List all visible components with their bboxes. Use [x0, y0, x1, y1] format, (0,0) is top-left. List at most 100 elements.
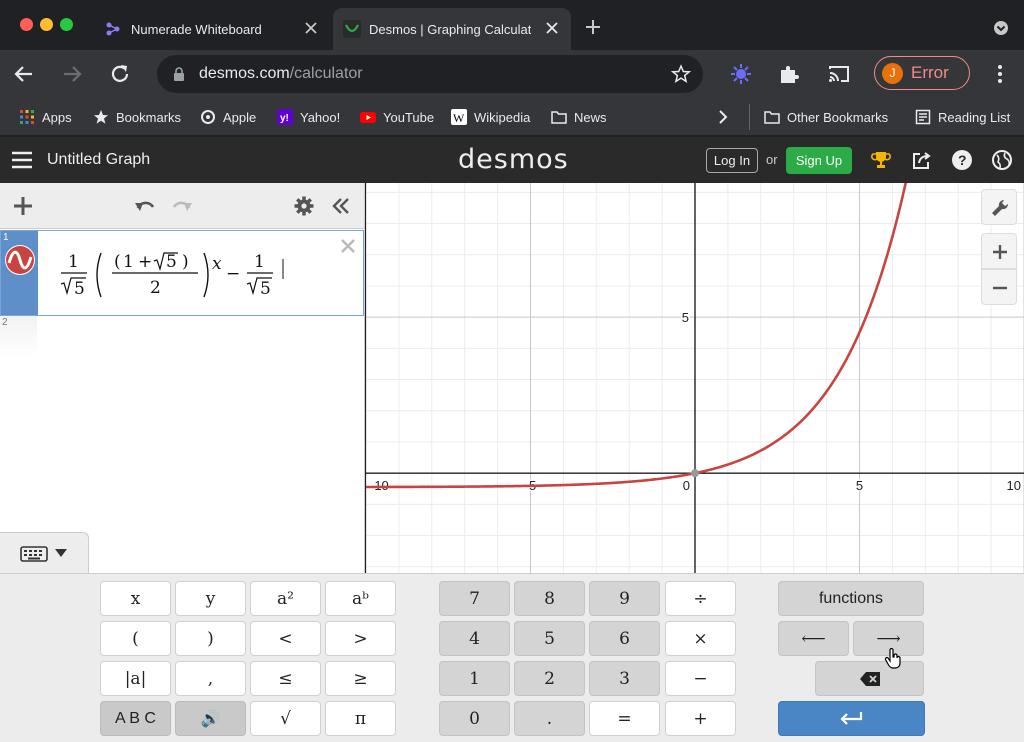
bookmark-youtube[interactable]: YouTube [360, 108, 434, 126]
zoom-out-button[interactable] [981, 269, 1017, 305]
redo-icon[interactable] [171, 195, 193, 217]
more-menu-icon[interactable] [988, 62, 1012, 86]
key-math-1-2[interactable]: < [250, 621, 321, 656]
expression-math[interactable]: 1 5 ( 1 + 5 ) 2 x − 1 5 [56, 249, 306, 310]
add-expression-icon[interactable] [12, 195, 34, 217]
chevron-right-icon[interactable] [716, 109, 730, 125]
key-num-1-3[interactable]: × [665, 621, 736, 656]
bookmark-yahoo[interactable]: y! Yahoo! [277, 108, 340, 126]
maximize-window-button[interactable] [60, 18, 73, 31]
key-num-3-2[interactable]: = [589, 701, 660, 736]
collapse-panel-icon[interactable] [330, 195, 352, 217]
bookmark-wikipedia[interactable]: W Wikipedia [451, 108, 530, 126]
key-num-1-2[interactable]: 6 [589, 621, 660, 656]
math-one: 1 [123, 252, 134, 272]
close-window-button[interactable] [20, 18, 33, 31]
settings-gear-icon[interactable] [293, 195, 315, 217]
extension-sun-icon[interactable] [729, 62, 753, 86]
globe-icon[interactable] [991, 149, 1013, 171]
backspace-button[interactable] [815, 661, 924, 696]
math-radicand: 5 [74, 279, 85, 299]
bookmark-news[interactable]: News [551, 108, 607, 126]
key-math-3-1[interactable]: 🔊 [175, 701, 246, 736]
key-math-0-0[interactable]: x [100, 581, 171, 616]
cast-icon[interactable] [827, 62, 851, 86]
keyboard-toggle-button[interactable] [0, 532, 89, 573]
bookmark-other[interactable]: Other Bookmarks [764, 108, 888, 126]
key-num-3-1[interactable]: . [514, 701, 585, 736]
key-math-2-0[interactable]: |a| [100, 661, 171, 696]
key-math-3-3[interactable]: π [325, 701, 396, 736]
bookmark-apple[interactable]: Apple [200, 108, 256, 126]
math-radicand: 5 [260, 279, 271, 299]
address-bar[interactable]: desmos.com/calculator [157, 55, 703, 93]
key-math-0-2[interactable]: a² [250, 581, 321, 616]
close-tab-icon[interactable] [543, 19, 561, 37]
key-math-2-3[interactable]: ≥ [325, 661, 396, 696]
key-num-3-3[interactable]: + [665, 701, 736, 736]
tab-desmos[interactable]: Desmos | Graphing Calculator [333, 8, 571, 50]
signup-button[interactable]: Sign Up [786, 147, 852, 174]
forward-icon[interactable] [60, 62, 84, 86]
reload-icon[interactable] [108, 62, 132, 86]
graph-settings-button[interactable] [981, 189, 1017, 225]
key-num-2-2[interactable]: 3 [589, 661, 660, 696]
minimize-window-button[interactable] [40, 18, 53, 31]
undo-icon[interactable] [134, 195, 156, 217]
lock-icon[interactable] [173, 67, 185, 81]
function-curve[interactable] [366, 183, 910, 489]
expression-panel: 1 1 5 ( 1 + 5 ) 2 x − 1 5 2 [0, 183, 365, 573]
key-math-1-0[interactable]: ( [100, 621, 171, 656]
close-tab-icon[interactable] [302, 19, 320, 37]
y-intercept-point[interactable] [691, 469, 699, 478]
new-tab-icon[interactable] [583, 17, 603, 37]
key-num-0-3[interactable]: ÷ [665, 581, 736, 616]
key-math-1-1[interactable]: ) [175, 621, 246, 656]
curve-color-toggle-icon[interactable] [5, 245, 35, 275]
profile-error-chip[interactable]: J Error [874, 56, 970, 90]
login-button[interactable]: Log In [706, 148, 758, 173]
key-num-1-1[interactable]: 5 [514, 621, 585, 656]
tab-title: Numerade Whiteboard [131, 21, 262, 37]
key-math-2-1[interactable]: , [175, 661, 246, 696]
key-num-2-0[interactable]: 1 [439, 661, 510, 696]
tab-search-icon[interactable] [993, 20, 1009, 36]
functions-button[interactable]: functions [778, 581, 924, 616]
delete-expression-icon[interactable] [339, 237, 357, 255]
key-num-3-0[interactable]: 0 [439, 701, 510, 736]
bookmark-label: YouTube [383, 109, 435, 125]
reading-list[interactable]: Reading List [915, 108, 1010, 126]
share-icon[interactable] [911, 149, 933, 171]
trophy-icon[interactable] [870, 149, 892, 171]
expression-row[interactable]: 1 1 5 ( 1 + 5 ) 2 x − 1 5 [0, 230, 364, 316]
bookmark-apps[interactable]: Apps [19, 108, 72, 126]
key-num-0-1[interactable]: 8 [514, 581, 585, 616]
key-num-0-0[interactable]: 7 [439, 581, 510, 616]
key-num-2-1[interactable]: 2 [514, 661, 585, 696]
key-math-0-3[interactable]: aᵇ [325, 581, 396, 616]
key-math-1-3[interactable]: > [325, 621, 396, 656]
graph-title[interactable]: Untitled Graph [47, 151, 150, 169]
x-tick-label: -10 [370, 478, 389, 493]
key-math-3-0[interactable]: A B C [100, 701, 171, 736]
back-icon[interactable] [12, 62, 36, 86]
key-num-1-0[interactable]: 4 [439, 621, 510, 656]
key-math-2-2[interactable]: ≤ [250, 661, 321, 696]
bookmarks-divider [749, 104, 750, 130]
enter-button[interactable] [778, 701, 925, 736]
graph-canvas[interactable]: -10 -5 0 5 10 5 [366, 183, 1024, 573]
zoom-in-button[interactable] [981, 233, 1017, 269]
key-math-3-2[interactable]: √ [250, 701, 321, 736]
left-arrow-button[interactable]: ⟵ [778, 621, 849, 656]
bookmark-bookmarks[interactable]: Bookmarks [93, 108, 181, 126]
bookmark-star-icon[interactable] [671, 64, 691, 84]
graph-svg[interactable]: -10 -5 0 5 105 [366, 183, 1024, 573]
key-math-0-1[interactable]: y [175, 581, 246, 616]
math-numerator: 1 [68, 252, 79, 272]
extensions-puzzle-icon[interactable] [777, 62, 801, 86]
menu-hamburger-icon[interactable] [12, 151, 32, 169]
tab-numerade[interactable]: Numerade Whiteboard [95, 8, 330, 50]
key-num-2-3[interactable]: − [665, 661, 736, 696]
key-num-0-2[interactable]: 9 [589, 581, 660, 616]
help-icon[interactable]: ? [951, 149, 973, 171]
